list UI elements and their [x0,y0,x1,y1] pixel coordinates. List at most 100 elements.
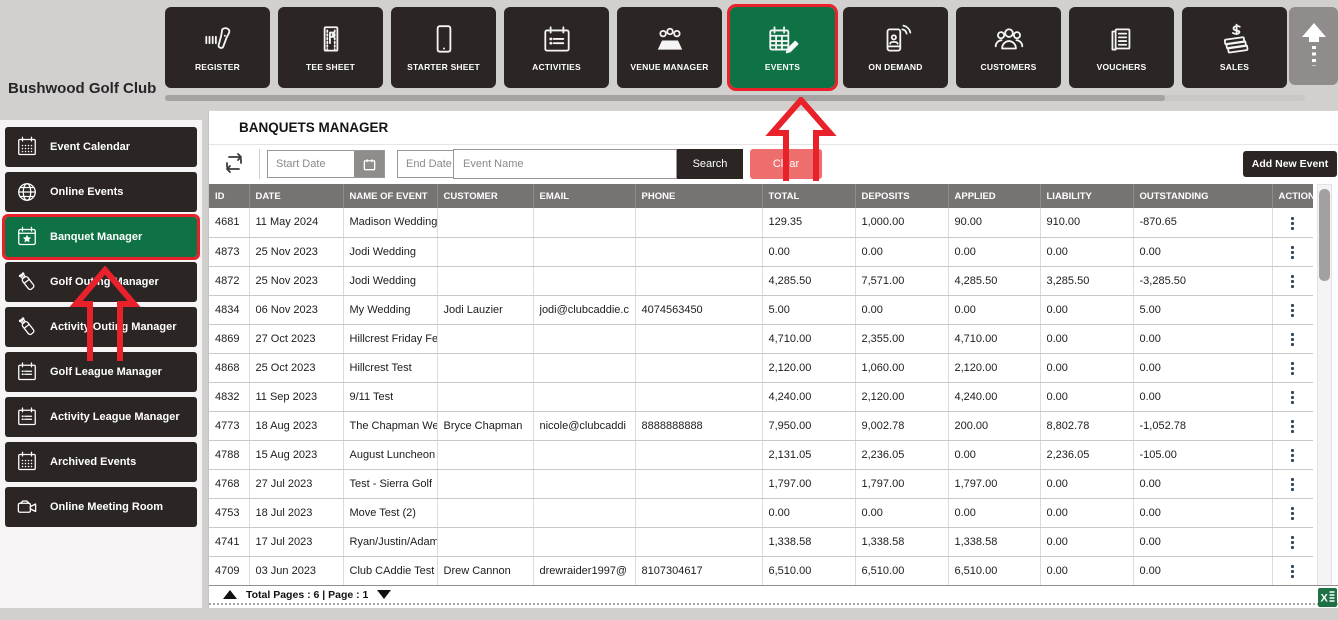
cell-phone: 4074563450 [635,295,763,325]
sidebar-item-label: Online Events [50,186,124,198]
row-actions-kebab-icon[interactable] [1285,387,1300,408]
column-header-action[interactable]: ACTION [1272,184,1313,208]
sidebar-item-golf-league-manager[interactable]: Golf League Manager [5,352,197,392]
cell-liability: 0.00 [1040,295,1134,325]
cell-liability: 2,236.05 [1040,440,1134,470]
cell-email [533,469,636,499]
sidebar-item-banquet-manager[interactable]: Banquet Manager [2,214,200,260]
cell-liability: 0.00 [1040,527,1134,557]
sidebar-item-activity-outing-manager[interactable]: Activity Outing Manager [5,307,197,347]
row-actions-kebab-icon[interactable] [1285,503,1300,524]
row-actions-kebab-icon[interactable] [1285,271,1300,292]
sidebar-item-online-events[interactable]: Online Events [5,172,197,212]
table-row: 4872 25 Nov 2023 Jodi Wedding 4,285.50 7,571… [209,266,1313,296]
cell-name-of-event: 9/11 Test [343,382,438,412]
sidebar-item-activity-league-manager[interactable]: Activity League Manager [5,397,197,437]
row-actions-kebab-icon[interactable] [1285,474,1300,495]
banquets-manager-panel: BANQUETS MANAGER Start Date End Date Eve… [208,110,1338,608]
toolbar-button-label: CUSTOMERS [980,62,1037,72]
cell-id: 4869 [209,324,250,354]
toolbar-button-activities[interactable]: ACTIVITIES [504,7,609,88]
column-header-liability[interactable]: LIABILITY [1040,184,1134,208]
row-actions-kebab-icon[interactable] [1285,416,1300,437]
start-date-input[interactable] [268,151,354,177]
cell-email [533,353,636,383]
cell-id: 4768 [209,469,250,499]
column-header-name-of-event[interactable]: NAME OF EVENT [343,184,438,208]
column-header-applied[interactable]: APPLIED [948,184,1041,208]
pagination-label: Total Pages : 6 | Page : 1 [246,588,369,601]
page-up-icon[interactable] [223,590,237,599]
row-actions-kebab-icon[interactable] [1285,358,1300,379]
toolbar: REGISTER TEE SHEET STARTER SHEET ACTIVITIES… [165,4,1287,91]
toolbar-button-on-demand[interactable]: ON DEMAND [843,7,948,88]
cell-date: 17 Jul 2023 [249,527,344,557]
cell-customer [437,324,534,354]
calendar-dots-icon [15,135,39,159]
row-actions-kebab-icon[interactable] [1285,300,1300,321]
toolbar-button-register[interactable]: REGISTER [165,7,270,88]
search-button[interactable]: Search [677,149,743,179]
cell-applied: 200.00 [948,411,1041,441]
toolbar-button-starter-sheet[interactable]: STARTER SHEET [391,7,496,88]
cell-applied: 0.00 [948,440,1041,470]
toolbar-button-vouchers[interactable]: VOUCHERS [1069,7,1174,88]
row-actions-kebab-icon[interactable] [1285,561,1300,582]
cell-applied: 0.00 [948,498,1041,528]
column-header-date[interactable]: DATE [249,184,344,208]
sidebar-item-online-meeting-room[interactable]: Online Meeting Room [5,487,197,527]
add-new-event-button[interactable]: Add New Event [1243,151,1337,177]
event-name-input[interactable] [453,149,677,179]
cell-phone [635,440,763,470]
cell-total: 1,797.00 [762,469,856,499]
sidebar-item-golf-outing-manager[interactable]: Golf Outing Manager [5,262,197,302]
row-actions-kebab-icon[interactable] [1285,329,1300,350]
toolbar-button-venue-manager[interactable]: VENUE MANAGER [617,7,722,88]
toolbar-button-events[interactable]: EVENTS [727,4,838,91]
cell-date: 11 Sep 2023 [249,382,344,412]
column-header-email[interactable]: EMAIL [533,184,636,208]
column-header-customer[interactable]: CUSTOMER [437,184,534,208]
column-header-id[interactable]: ID [209,184,250,208]
column-header-total[interactable]: TOTAL [762,184,856,208]
row-actions-kebab-icon[interactable] [1285,213,1300,234]
toolbar-button-customers[interactable]: CUSTOMERS [956,7,1061,88]
cell-applied: 90.00 [948,208,1041,238]
column-header-outstanding[interactable]: OUTSTANDING [1133,184,1273,208]
sidebar: Event Calendar Online Events Banquet Manag… [0,120,202,608]
toolbar-scrollbar-thumb[interactable] [165,95,1165,101]
toolbar-button-tee-sheet[interactable]: TEE SHEET [278,7,383,88]
row-actions-kebab-icon[interactable] [1285,242,1300,263]
cell-id: 4709 [209,556,250,586]
cell-outstanding: -3,285.50 [1133,266,1273,296]
cell-name-of-event: Madison Wedding [343,208,438,238]
toolbar-scroll-up-button[interactable] [1289,7,1338,85]
cell-email: jodi@clubcaddie.c [533,295,636,325]
video-camera-icon [15,495,39,519]
column-header-deposits[interactable]: DEPOSITS [855,184,949,208]
clear-button[interactable]: Clear [750,149,822,179]
cell-id: 4832 [209,382,250,412]
export-excel-button[interactable]: X [1317,588,1337,608]
refresh-button[interactable] [221,151,247,177]
cell-outstanding: 0.00 [1133,527,1273,557]
toolbar-button-sales[interactable]: SALES [1182,7,1287,88]
start-date-calendar-button[interactable] [354,151,384,177]
calendar-icon [363,158,375,170]
page-down-icon[interactable] [377,590,392,599]
cell-liability: 0.00 [1040,469,1134,499]
cell-deposits: 9,002.78 [855,411,949,441]
row-actions-kebab-icon[interactable] [1285,532,1300,553]
sidebar-item-event-calendar[interactable]: Event Calendar [5,127,197,167]
calendar-list-icon [15,405,39,429]
barcode-scanner-icon [201,23,235,57]
cell-deposits: 6,510.00 [855,556,949,586]
row-actions-kebab-icon[interactable] [1285,445,1300,466]
cell-applied: 1,338.58 [948,527,1041,557]
column-header-phone[interactable]: PHONE [635,184,763,208]
cell-action [1272,324,1313,354]
table-scrollbar-thumb[interactable] [1319,189,1330,281]
cell-phone [635,266,763,296]
sidebar-item-archived-events[interactable]: Archived Events [5,442,197,482]
cell-total: 129.35 [762,208,856,238]
